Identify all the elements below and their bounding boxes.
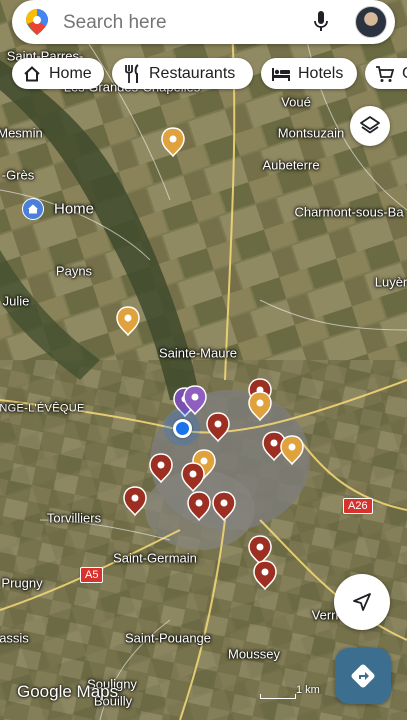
- directions-icon: [351, 664, 375, 688]
- chip-label: G: [402, 65, 407, 83]
- orange-pin[interactable]: [248, 391, 272, 421]
- bed-icon: [270, 63, 292, 85]
- profile-avatar[interactable]: [355, 6, 387, 38]
- maps-pin-logo-icon: [26, 9, 48, 40]
- chip-restaurants[interactable]: Restaurants: [112, 58, 253, 89]
- search-input[interactable]: [61, 8, 300, 38]
- current-location-dot: [164, 410, 200, 446]
- scale-bar: [260, 694, 296, 699]
- microphone-icon[interactable]: [313, 11, 329, 38]
- map-scale: 1 km: [296, 684, 320, 696]
- red-pin[interactable]: [187, 491, 211, 521]
- home-icon: [21, 63, 43, 85]
- layers-icon: [360, 116, 380, 134]
- red-pin[interactable]: [248, 535, 272, 565]
- fork-knife-icon: [121, 63, 143, 85]
- red-pin[interactable]: [253, 560, 277, 590]
- orange-pin[interactable]: [161, 127, 185, 157]
- layers-button[interactable]: [350, 106, 390, 146]
- chip-label: Restaurants: [149, 64, 236, 82]
- chip-groceries[interactable]: G: [365, 58, 407, 89]
- my-location-button[interactable]: [334, 574, 390, 630]
- chip-label: Home: [49, 64, 92, 82]
- chip-home[interactable]: Home: [12, 58, 104, 89]
- scale-label: 1 km: [296, 684, 320, 696]
- navigation-arrow-icon: [353, 593, 371, 611]
- orange-pin[interactable]: [280, 435, 304, 465]
- red-pin[interactable]: [149, 453, 173, 483]
- red-pin[interactable]: [181, 462, 205, 492]
- google-maps-logo: Google Maps: [17, 682, 119, 701]
- chip-hotels[interactable]: Hotels: [261, 58, 357, 89]
- directions-button[interactable]: [335, 648, 391, 704]
- red-pin[interactable]: [123, 486, 147, 516]
- red-pin[interactable]: [206, 412, 230, 442]
- orange-pin[interactable]: [116, 306, 140, 336]
- chip-label: Hotels: [298, 64, 344, 82]
- cart-icon: [374, 63, 396, 85]
- red-pin[interactable]: [212, 491, 236, 521]
- search-bar[interactable]: [12, 0, 395, 44]
